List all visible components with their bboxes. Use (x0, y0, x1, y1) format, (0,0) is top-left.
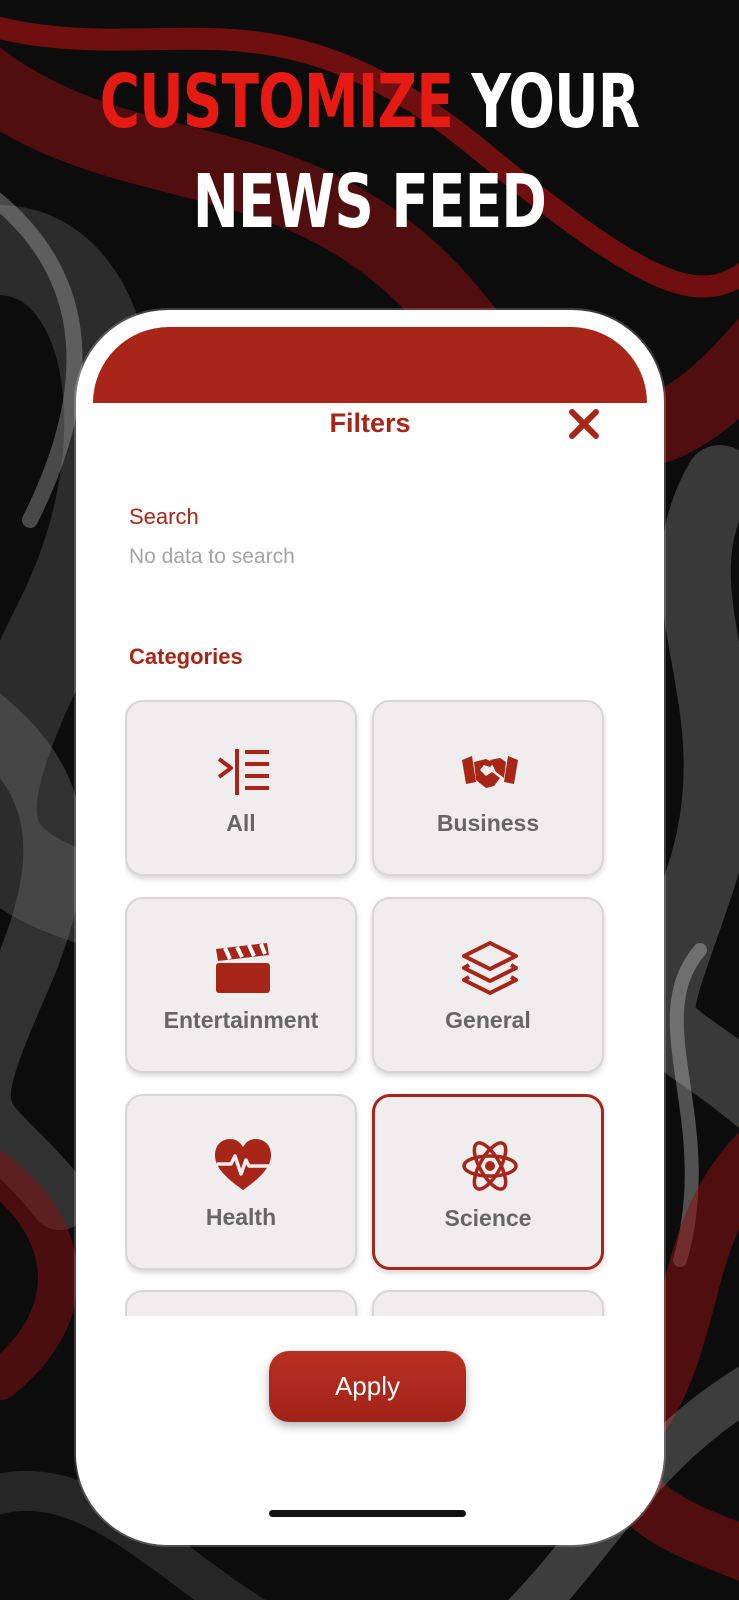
category-label: Health (205, 1204, 277, 1230)
clapperboard-icon (216, 943, 270, 993)
filters-header-bar (93, 327, 647, 403)
headline-accent: CUSTOMIZE (99, 59, 454, 145)
search-label: Search (129, 504, 199, 529)
categories-label: Categories (129, 644, 243, 669)
category-label: Business (436, 810, 540, 836)
phone-mockup: Filters Search Categories All (76, 310, 664, 1545)
category-tile-all[interactable]: All (125, 700, 357, 876)
category-label: All (226, 810, 256, 836)
category-tile-entertainment[interactable]: Entertainment (125, 897, 357, 1073)
search-input[interactable] (129, 542, 599, 572)
category-tile-business[interactable]: Business (372, 700, 604, 876)
headline: CUSTOMIZE YOUR NEWS FEED (96, 52, 643, 252)
category-tile-general[interactable]: General (372, 897, 604, 1073)
home-indicator (269, 1510, 466, 1517)
headline-line-1-rest: YOUR (453, 59, 640, 145)
close-icon[interactable] (566, 406, 602, 442)
headline-line-2: NEWS FEED (192, 159, 547, 245)
handshake-icon (462, 756, 518, 788)
apply-button[interactable]: Apply (269, 1351, 466, 1422)
headline-line-1: CUSTOMIZE YOUR (96, 52, 643, 152)
category-tile-science[interactable]: Science (372, 1094, 604, 1270)
layers-icon (462, 941, 518, 995)
heart-pulse-icon (215, 1139, 271, 1190)
category-label: Science (444, 1205, 532, 1231)
category-label: General (445, 1007, 531, 1033)
atom-icon (462, 1141, 518, 1191)
category-tile-health[interactable]: Health (125, 1094, 357, 1270)
list-indent-icon (217, 749, 269, 795)
category-label: Entertainment (163, 1007, 319, 1033)
